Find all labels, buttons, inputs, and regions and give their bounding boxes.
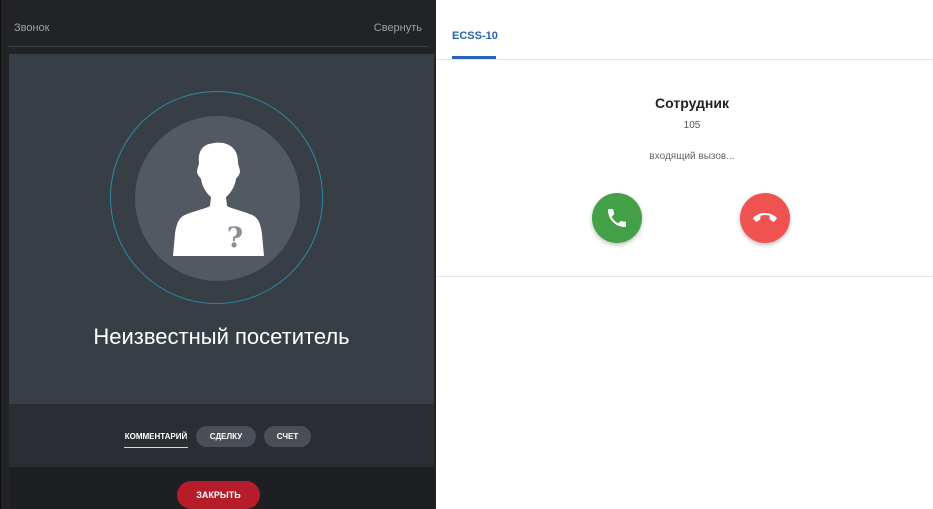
unknown-person-icon: ? — [173, 142, 264, 256]
call-panel-header: Звонок Свернуть — [8, 0, 428, 47]
tab-deal[interactable]: СДЕЛКУ — [196, 426, 256, 447]
call-panel-footer: ЗАКРЫТЬ — [9, 467, 434, 509]
call-panel-title: Звонок — [14, 22, 50, 34]
section-divider — [436, 276, 933, 277]
accept-call-button[interactable] — [592, 193, 642, 243]
unknown-caller-avatar: ? — [135, 116, 300, 281]
contact-name: Сотрудник — [655, 95, 729, 111]
action-tabs: КОММЕНТАРИЙ СДЕЛКУ СЧЕТ — [9, 404, 434, 467]
contact-number: 105 — [683, 120, 701, 131]
decline-call-button[interactable] — [740, 193, 790, 243]
panel-border — [0, 0, 1, 509]
active-tab-indicator — [452, 56, 496, 59]
phone-hangup-icon — [753, 213, 777, 222]
collapse-link[interactable]: Свернуть — [374, 22, 422, 34]
svg-text:?: ? — [227, 221, 243, 254]
phone-tabs: ECSS-10 — [436, 0, 933, 60]
tab-comment[interactable]: КОММЕНТАРИЙ — [124, 426, 188, 448]
call-status: входящий вызов... — [649, 151, 735, 162]
call-panel: Звонок Свернуть ? Неизвестный посетитель… — [0, 0, 436, 509]
caller-name: Неизвестный посетитель — [93, 324, 350, 349]
tab-invoice[interactable]: СЧЕТ — [264, 426, 311, 447]
close-button[interactable]: ЗАКРЫТЬ — [177, 481, 260, 509]
phone-accept-icon — [608, 209, 626, 227]
tab-ecss10[interactable]: ECSS-10 — [452, 30, 498, 42]
caller-stage: ? Неизвестный посетитель — [9, 54, 434, 404]
phone-panel: ECSS-10 Сотрудник 105 входящий вызов... — [436, 0, 933, 509]
